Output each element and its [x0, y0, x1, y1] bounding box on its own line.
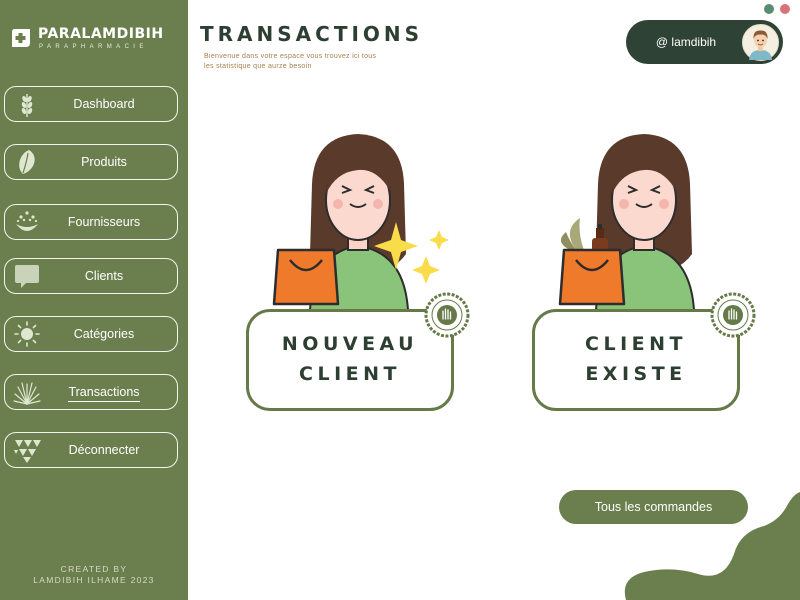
window-dot[interactable] [764, 4, 774, 14]
card-title-line: EXISTE [585, 363, 687, 385]
window-dot[interactable] [780, 4, 790, 14]
credits: CREATED BY LAMDIBIH ILHAME 2023 [0, 564, 188, 586]
sidebar-item-label: Produits [81, 155, 127, 169]
card-title-line: NOUVEAU [281, 333, 419, 355]
user-handle: @ lamdibih [655, 35, 717, 49]
sidebar-item-label: Transactions [35, 375, 173, 409]
brand-logo[interactable]: PARALAMDIBIH PARAPHARMACIE [10, 26, 180, 56]
sidebar-item-label: Dashboard [73, 97, 135, 111]
sidebar-item-deconnecter[interactable]: Déconnecter [4, 432, 178, 468]
sidebar-item-fournisseurs[interactable]: Fournisseurs [4, 204, 178, 240]
man-avatar-icon[interactable] [742, 24, 779, 61]
hypoallergenic-seal-icon [710, 292, 756, 338]
medical-cross-icon [12, 29, 30, 47]
existing-client-card[interactable]: CLIENT EXISTE [532, 134, 772, 414]
window-dots [764, 4, 796, 14]
brand-name: PARALAMDIBIH [38, 26, 164, 42]
sidebar-item-clients[interactable]: Clients [4, 258, 178, 294]
page-subtitle: Bienvenue dans votre espace vous trouvez… [204, 53, 377, 70]
sidebar-item-produits[interactable]: Produits [4, 144, 178, 180]
existing-client-label-box[interactable]: CLIENT EXISTE [532, 309, 740, 411]
sidebar-item-label: Fournisseurs [67, 215, 141, 229]
sidebar-item-label: Catégories [73, 327, 135, 341]
credits-line: LAMDIBIH ILHAME 2023 [33, 575, 155, 585]
sidebar-item-categories[interactable]: Catégories [4, 316, 178, 352]
sidebar-item-dashboard[interactable]: Dashboard [4, 86, 178, 122]
new-client-label-box[interactable]: NOUVEAU CLIENT [246, 309, 454, 411]
hypoallergenic-seal-icon [424, 292, 470, 338]
new-client-card[interactable]: NOUVEAU CLIENT [246, 134, 486, 414]
card-title-line: CLIENT [585, 333, 687, 355]
card-title-line: CLIENT [299, 363, 401, 385]
sidebar-item-label: Déconnecter [68, 443, 140, 457]
credits-line: CREATED BY [60, 564, 128, 574]
sidebar-item-transactions[interactable]: Transactions [4, 374, 178, 410]
all-orders-button[interactable]: Tous les commandes [559, 490, 748, 524]
page-title: TRANSACTIONS [200, 22, 424, 46]
brand-tagline: PARAPHARMACIE [39, 44, 148, 50]
sidebar: PARALAMDIBIH PARAPHARMACIE Dashboard Pro… [0, 0, 188, 600]
sidebar-item-label: Clients [84, 269, 124, 283]
